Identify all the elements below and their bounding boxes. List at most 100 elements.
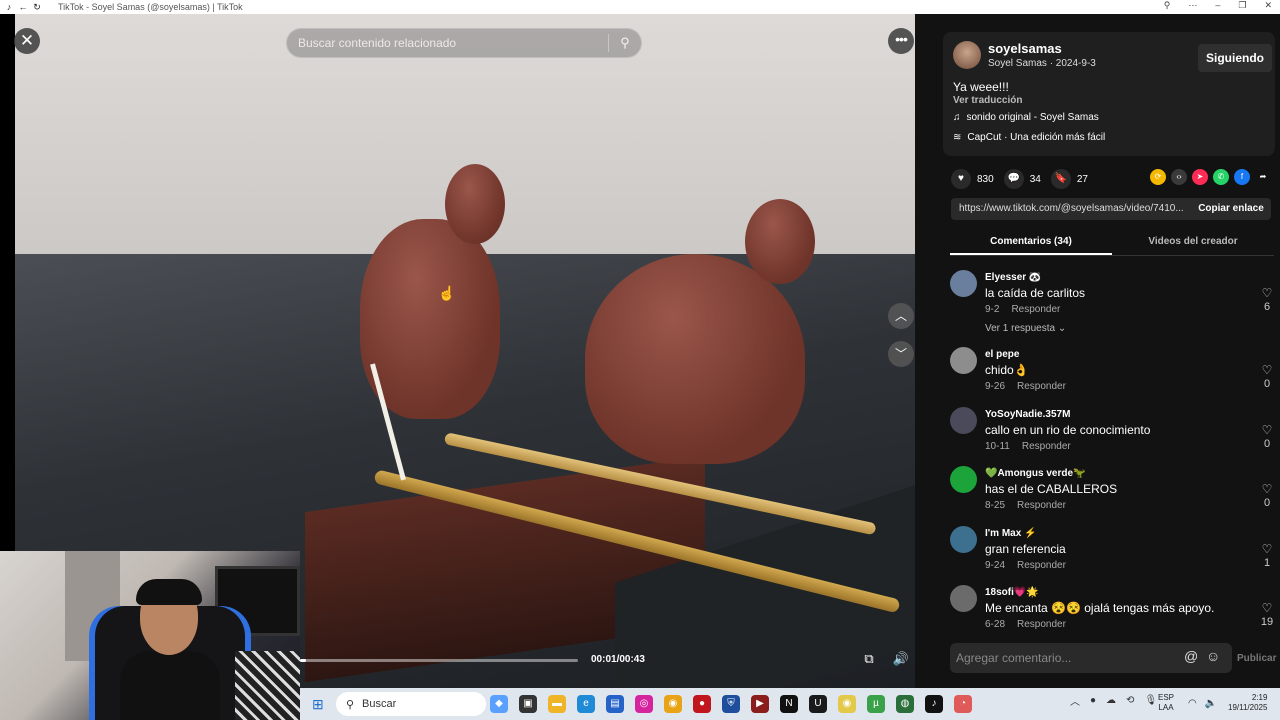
window-title: TikTok - Soyel Samas (@soyelsamas) | Tik… [58, 2, 243, 12]
taskbar-search[interactable]: Buscar [336, 692, 486, 716]
chrome-icon[interactable]: ◉ [664, 695, 682, 713]
commenter-name[interactable]: el pepe [985, 349, 1019, 360]
tab-creator-videos[interactable]: Videos del creador [1112, 232, 1274, 255]
next-video-button[interactable]: ﹀ [888, 341, 914, 367]
windows-start-icon[interactable]: ⊞ [312, 696, 328, 712]
taskbar-clock[interactable]: 2:19 19/11/2025 [1228, 693, 1267, 713]
task-view-icon[interactable]: ▣ [519, 695, 537, 713]
chrome-profile-icon[interactable]: ◉ [838, 695, 856, 713]
instagram-icon[interactable]: ◎ [635, 695, 653, 713]
video-link-field[interactable]: https://www.tiktok.com/@soyelsamas/video… [951, 198, 1191, 220]
comment-list[interactable]: Elyesser 🐼 la caída de carlitos 9-2 Resp… [950, 268, 1274, 633]
embed-code-icon[interactable]: ‹› [1171, 169, 1187, 185]
security-shield-icon[interactable]: ⛨ [722, 695, 740, 713]
see-translation-link[interactable]: Ver traducción [953, 95, 1022, 106]
heart-outline-icon[interactable]: ♡ [1260, 423, 1274, 437]
comment-meta: 9-24 Responder [985, 560, 1066, 571]
comment-like-count: 0 [1263, 437, 1271, 450]
reload-icon[interactable]: ↻ [32, 2, 42, 12]
picture-in-picture-icon[interactable]: ⧉ [860, 651, 878, 667]
keyboard-language[interactable]: ESP LAA [1158, 693, 1174, 713]
commenter-avatar[interactable] [950, 406, 977, 434]
send-to-friends-icon[interactable]: ➤ [1192, 169, 1208, 185]
commenter-avatar[interactable] [950, 525, 977, 553]
minimize-icon[interactable]: – [1215, 0, 1220, 11]
like-action[interactable]: ♥ 830 [951, 169, 994, 189]
share-buttons: ⟳ ‹› ➤ ✆ f ➦ [1150, 169, 1271, 185]
speaker-icon: 🔈 [1204, 698, 1218, 709]
heart-outline-icon[interactable]: ♡ [1260, 363, 1274, 377]
creator-avatar[interactable] [953, 41, 981, 69]
heart-outline-icon[interactable]: ♡ [1260, 286, 1274, 300]
reply-button[interactable]: Responder [1017, 560, 1066, 571]
volume-icon[interactable]: 🔊 [890, 651, 912, 667]
maximize-icon[interactable]: ❐ [1238, 0, 1246, 11]
comment-action[interactable]: 💬 34 [1003, 169, 1041, 189]
commenter-avatar[interactable] [950, 270, 977, 297]
tray-mic-icon[interactable]: 🎙 [1144, 695, 1157, 706]
publish-button[interactable]: Publicar [1237, 653, 1276, 664]
facebook-icon[interactable]: f [1234, 169, 1250, 185]
commenter-avatar[interactable] [950, 466, 977, 493]
utorrent-icon[interactable]: µ [867, 695, 885, 713]
reply-button[interactable]: Responder [1011, 304, 1060, 315]
copy-link-button[interactable]: Copiar enlace [1191, 198, 1271, 220]
heart-icon[interactable]: ♥ [951, 169, 971, 189]
more-options-button[interactable]: ••• [888, 28, 914, 54]
reply-button[interactable]: Responder [1017, 381, 1066, 392]
netflix-icon[interactable]: N [780, 695, 798, 713]
commenter-name[interactable]: Elyesser 🐼 [985, 272, 1041, 283]
following-button[interactable]: Siguiendo [1198, 44, 1272, 72]
capcut-link[interactable]: ≋ CapCut · Una edición más fácil [953, 132, 1105, 143]
store-icon[interactable]: ▤ [606, 695, 624, 713]
commenter-avatar[interactable] [950, 585, 977, 612]
upwork-icon[interactable]: U [809, 695, 827, 713]
more-options-icon[interactable]: ⋯ [1188, 0, 1197, 11]
repost-icon[interactable]: ⟳ [1150, 169, 1166, 185]
back-arrow-icon[interactable]: ← [18, 2, 28, 12]
reply-button[interactable]: Responder [1017, 619, 1066, 630]
whatsapp-icon[interactable]: ✆ [1213, 169, 1229, 185]
commenter-name[interactable]: 💚Amongus verde🦖 [985, 468, 1085, 479]
video-app-icon[interactable]: ▶ [751, 695, 769, 713]
video-progress-bar[interactable] [300, 659, 578, 662]
tray-sync-icon[interactable]: ⟲ [1126, 695, 1134, 706]
capture-app-icon[interactable]: ◔ [954, 695, 972, 713]
search-icon[interactable]: ⚲ [609, 35, 641, 51]
reply-button[interactable]: Responder [1022, 441, 1071, 452]
previous-video-button[interactable]: ︿ [888, 303, 914, 329]
heart-outline-icon[interactable]: ♡ [1260, 482, 1274, 496]
comment-bubble-icon[interactable]: 💬 [1003, 169, 1024, 189]
close-video-button[interactable]: ✕ [14, 28, 40, 54]
music-note-icon: ♫ [953, 112, 961, 123]
commenter-name[interactable]: 18sofi💗🌟 [985, 587, 1039, 598]
tab-comments[interactable]: Comentarios (34) [950, 232, 1112, 255]
android-app-icon[interactable]: ◍ [896, 695, 914, 713]
network-volume-group[interactable]: ◠ 🔈 [1188, 698, 1217, 709]
creator-username[interactable]: soyelsamas [988, 41, 1062, 56]
tray-app-icon[interactable]: ● [1090, 695, 1096, 706]
reply-button[interactable]: Responder [1017, 500, 1066, 511]
commenter-avatar[interactable] [950, 347, 977, 374]
file-explorer-icon[interactable]: ▬ [548, 695, 566, 713]
heart-outline-icon[interactable]: ♡ [1260, 601, 1274, 615]
mention-at-icon[interactable]: @ [1184, 648, 1198, 664]
copilot-icon[interactable]: ◆ [490, 695, 508, 713]
save-action[interactable]: 🔖 27 [1050, 169, 1088, 189]
edge-icon[interactable]: e [577, 695, 595, 713]
red-app-icon[interactable]: ● [693, 695, 711, 713]
emoji-icon[interactable]: ☺ [1206, 648, 1220, 664]
tray-cloud-icon[interactable]: ☁ [1106, 695, 1116, 706]
commenter-name[interactable]: I'm Max ⚡ [985, 528, 1037, 539]
bike-icon[interactable]: ⚲ [1164, 0, 1171, 11]
heart-outline-icon[interactable]: ♡ [1260, 542, 1274, 556]
related-search-input[interactable]: Buscar contenido relacionado ⚲ [286, 28, 642, 58]
share-arrow-icon[interactable]: ➦ [1255, 169, 1271, 185]
commenter-name[interactable]: YoSoyNadie.357M [985, 409, 1070, 420]
music-link[interactable]: ♫ sonido original - Soyel Samas [953, 112, 1099, 123]
tiktok-taskbar-icon[interactable]: ♪ [925, 695, 943, 713]
close-window-icon[interactable]: ✕ [1264, 0, 1272, 11]
tray-overflow-icon[interactable]: ︿ [1070, 693, 1080, 708]
bookmark-icon[interactable]: 🔖 [1050, 169, 1071, 189]
view-replies-link[interactable]: Ver 1 respuesta ⌄ [985, 323, 1066, 334]
